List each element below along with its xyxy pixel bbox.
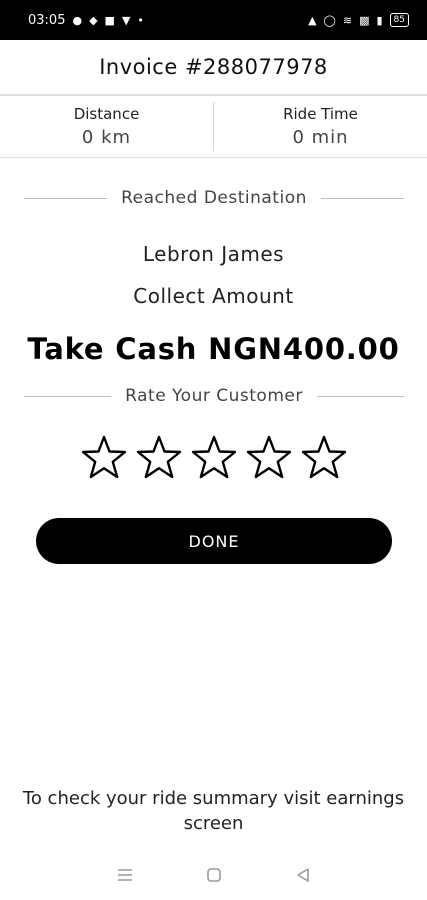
- signal-icon: ▮: [376, 13, 383, 27]
- notification-icon: ▲: [308, 13, 317, 27]
- distance-stat: Distance 0 km: [0, 96, 213, 157]
- sim-icon: ▩: [359, 13, 370, 27]
- ride-time-label: Ride Time: [283, 105, 358, 123]
- rating-stars: [80, 434, 348, 482]
- more-notifications-icon: •: [137, 13, 144, 27]
- status-time: 03:05: [28, 12, 66, 28]
- menu-icon[interactable]: [115, 865, 135, 885]
- done-button[interactable]: DONE: [36, 518, 392, 564]
- status-separator: Reached Destination: [24, 188, 405, 208]
- star-icon[interactable]: [300, 434, 348, 482]
- system-nav-bar: [0, 858, 427, 892]
- rating-separator: Rate Your Customer: [24, 386, 404, 406]
- customer-name: Lebron James: [142, 242, 285, 266]
- invoice-header: Invoice #288077978: [0, 40, 427, 96]
- star-icon[interactable]: [245, 434, 293, 482]
- app-icon: ◆: [89, 13, 98, 27]
- rating-label: Rate Your Customer: [125, 386, 303, 406]
- status-bar: 03:05 ● ◆ ■ ▼ • ▲ ◯ ≋ ▩ ▮ 85: [0, 0, 427, 40]
- home-icon[interactable]: [204, 865, 224, 885]
- shield-icon: ▼: [121, 13, 131, 27]
- star-icon[interactable]: [190, 434, 238, 482]
- star-icon[interactable]: [135, 434, 183, 482]
- location-icon: ●: [72, 13, 83, 27]
- distance-value: 0 km: [81, 127, 132, 148]
- separator-line-right: [316, 395, 404, 397]
- separator-line-left: [24, 197, 108, 199]
- collect-amount-label: Collect Amount: [133, 284, 294, 308]
- cash-amount: Take Cash NGN400.00: [27, 332, 400, 366]
- earnings-note: To check your ride summary visit earning…: [22, 788, 405, 834]
- ride-time-value: 0 min: [292, 127, 349, 148]
- back-icon[interactable]: [293, 865, 313, 885]
- battery-icon: 85: [389, 13, 409, 27]
- separator-line-right: [320, 197, 405, 199]
- alarm-icon: ◯: [323, 13, 336, 27]
- wifi-icon: ≋: [342, 13, 353, 27]
- trip-status: Reached Destination: [121, 188, 307, 208]
- distance-label: Distance: [73, 105, 140, 123]
- trip-stats: Distance 0 km Ride Time 0 min: [0, 96, 427, 158]
- video-icon: ■: [104, 13, 115, 27]
- separator-line-left: [24, 395, 112, 397]
- star-icon[interactable]: [80, 434, 128, 482]
- ride-time-stat: Ride Time 0 min: [214, 96, 427, 157]
- invoice-title: Invoice #288077978: [99, 55, 328, 79]
